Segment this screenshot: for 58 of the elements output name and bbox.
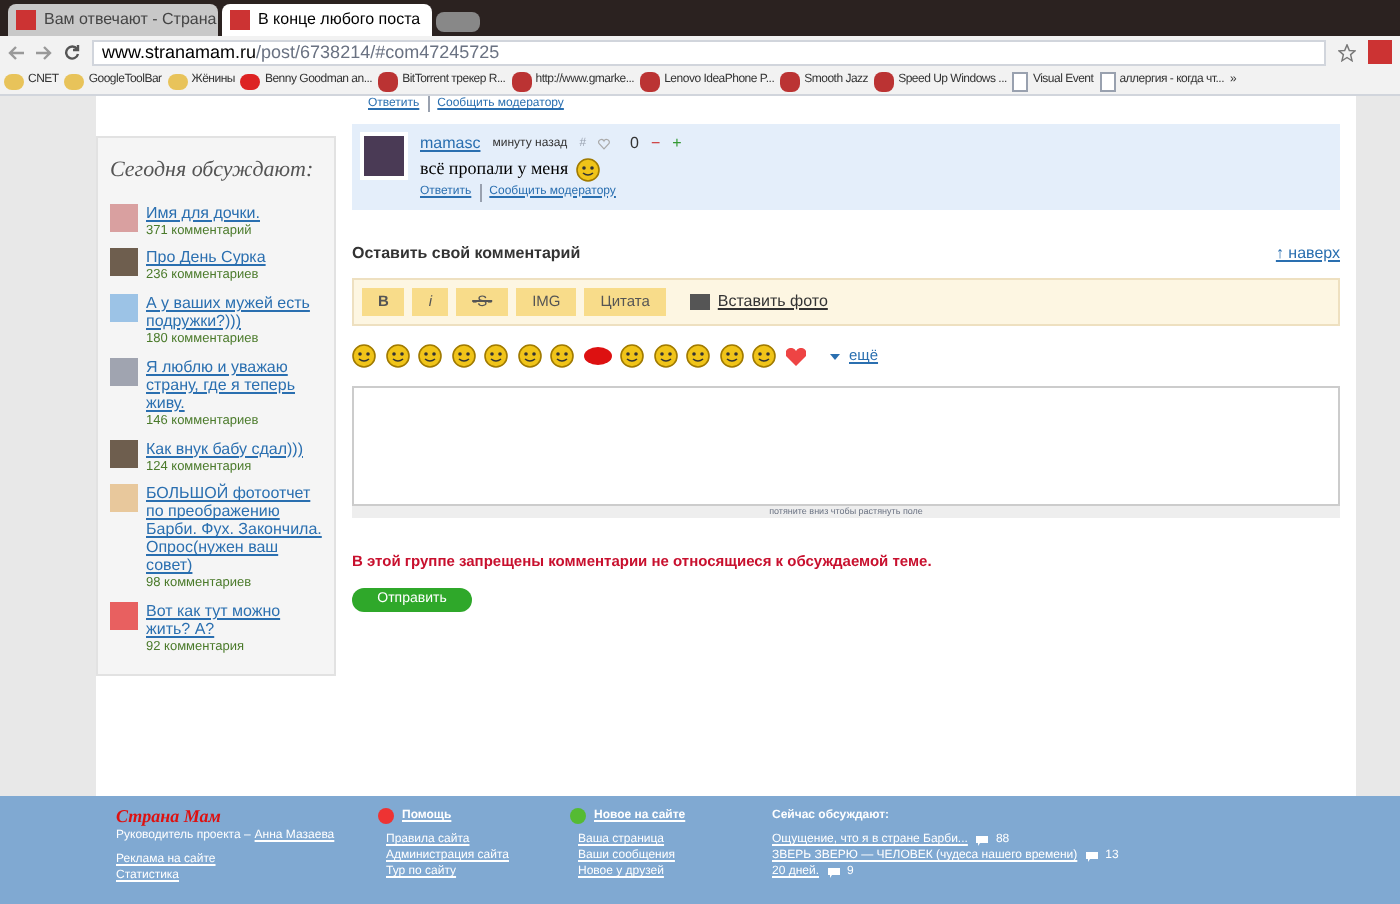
discussion-link[interactable]: Как внук бабу сдал))) — [146, 439, 303, 457]
discussion-link[interactable]: Я люблю и уважаю страну, где я теперь живу. — [146, 357, 322, 412]
top-link[interactable]: ↑ наверх — [1275, 242, 1340, 266]
smiley-icon — [653, 344, 677, 368]
discussion-link[interactable]: Имя для дочки. — [146, 203, 260, 221]
minus-button[interactable]: − — [650, 132, 661, 156]
page-icon — [1099, 71, 1116, 91]
caret-icon — [830, 353, 840, 359]
discussion-link[interactable]: Вот как тут можно жить? А? — [146, 602, 322, 638]
comment-text: всё пропали у меня — [420, 156, 569, 182]
address-field[interactable]: www.stranamam.ru/post/6738214/#com47245725 — [92, 39, 1326, 65]
forward-icon[interactable] — [36, 45, 52, 59]
back-icon[interactable] — [8, 45, 24, 59]
sidebar-title: Сегодня обсуждают: — [110, 156, 316, 186]
smiley-icon — [352, 344, 376, 368]
form-title: Оставить свой комментарий — [352, 242, 581, 266]
folder-icon — [167, 73, 188, 89]
smiley-icon — [451, 344, 475, 368]
score: 0 — [630, 132, 639, 156]
smiley-icon — [620, 344, 644, 368]
browser-tab[interactable]: В конце любого поста — [222, 4, 432, 36]
smiley-icon — [385, 344, 409, 368]
smiley-icon — [719, 344, 743, 368]
speech-bubble-icon — [827, 867, 840, 877]
comment-input[interactable] — [352, 386, 1340, 506]
site-icon — [640, 71, 661, 91]
heart-icon — [785, 347, 805, 365]
insert-photo-link[interactable]: Вставить фото — [717, 290, 828, 314]
page-icon — [1012, 71, 1029, 91]
folder-icon — [64, 73, 85, 89]
plus-button[interactable]: + — [672, 132, 682, 156]
heart-icon[interactable] — [598, 138, 611, 150]
smiley-icon — [484, 344, 508, 368]
speech-bubble-icon — [1085, 851, 1098, 861]
smiley-icon — [550, 344, 574, 368]
new-tab-button[interactable] — [436, 12, 480, 32]
site-icon — [511, 71, 532, 91]
site-icon — [16, 10, 36, 30]
site-icon — [378, 71, 399, 91]
speech-bubble-icon — [975, 835, 988, 845]
smiley-icon — [517, 344, 541, 368]
star-icon[interactable] — [1338, 43, 1356, 61]
reload-icon[interactable] — [64, 44, 80, 60]
discussion-link[interactable]: БОЛЬШОЙ фотоотчет по преображению Барби. Фух. Закончила. Опрос(нужен ваш совет) — [146, 484, 322, 575]
discussion-link[interactable]: Про День Сурка — [146, 248, 266, 267]
discussion-link[interactable]: А у ваших мужей есть подружки?))) — [146, 294, 322, 330]
browser-tab[interactable]: Вам отвечают - Страна — [8, 4, 218, 36]
folder-icon — [4, 73, 24, 89]
avatar-placeholder — [360, 132, 408, 180]
site-icon — [874, 71, 895, 91]
author-link[interactable]: mamasc — [420, 132, 481, 156]
smiley-icon — [752, 344, 776, 368]
smiley-icon — [418, 344, 442, 368]
smiley-icon — [686, 344, 710, 368]
smiley-icon — [576, 157, 601, 182]
site-icon — [780, 71, 801, 91]
site-icon — [230, 10, 250, 30]
footer-logo: Страна Мам — [116, 808, 223, 824]
